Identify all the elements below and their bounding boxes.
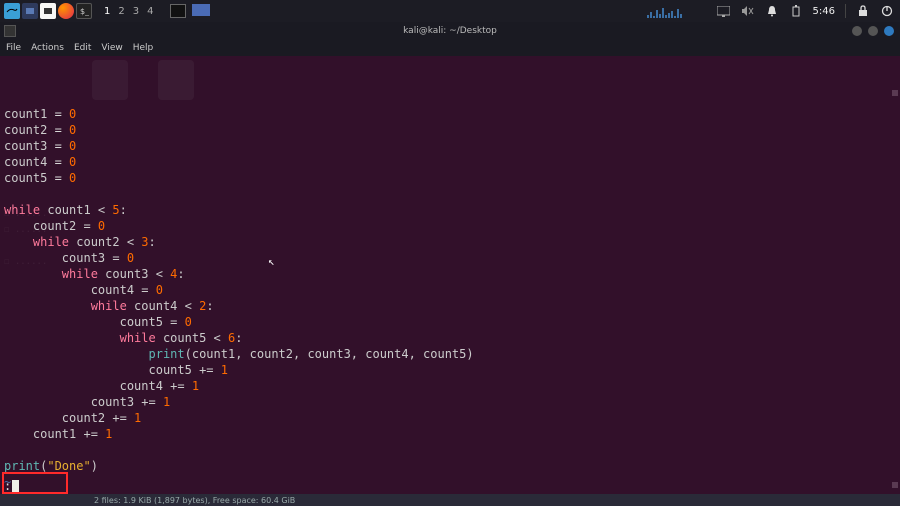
minimize-button[interactable] (852, 26, 862, 36)
menu-actions[interactable]: Actions (31, 43, 64, 53)
running-apps (170, 4, 210, 18)
taskbar-right: 5:46 (647, 4, 894, 18)
cpu-graph-icon[interactable] (647, 4, 707, 18)
file-manager-icon[interactable] (22, 3, 38, 19)
code-line: count3 = 0 (4, 251, 134, 265)
code-line: while count1 < 5: (4, 203, 127, 217)
code-line: count1 += 1 (4, 427, 112, 441)
file-manager-status-bar: 2 files: 1.9 KiB (1,897 bytes), Free spa… (0, 494, 900, 506)
terminal-launcher-icon[interactable]: $_ (76, 3, 92, 19)
workspace-switcher: 1 2 3 4 (104, 6, 154, 17)
code-line (4, 443, 11, 457)
workspace-2[interactable]: 2 (118, 6, 124, 17)
maximize-button[interactable] (868, 26, 878, 36)
clock[interactable]: 5:46 (813, 6, 835, 17)
window-app-icon (4, 25, 16, 37)
running-window-icon[interactable] (192, 4, 210, 16)
code-line: count2 += 1 (4, 411, 141, 425)
logout-icon[interactable] (880, 4, 894, 18)
code-line: count4 += 1 (4, 379, 199, 393)
window-title-bar[interactable]: kali@kali: ~/Desktop (0, 22, 900, 40)
notifications-icon[interactable] (765, 4, 779, 18)
system-taskbar: $_ 1 2 3 4 5:46 (0, 0, 900, 22)
code-line: count2 = 0 (4, 219, 105, 233)
vim-command-line[interactable]: : (0, 478, 900, 494)
command-cursor (12, 480, 19, 493)
code-line: count4 = 0 (4, 283, 163, 297)
code-line: while count2 < 3: (4, 235, 156, 249)
code-line: while count4 < 2: (4, 299, 214, 313)
kali-menu-icon[interactable] (4, 3, 20, 19)
workspace-1[interactable]: 1 (104, 6, 110, 17)
menu-view[interactable]: View (101, 43, 122, 53)
taskbar-left: $_ 1 2 3 4 (4, 3, 210, 19)
workspace-4[interactable]: 4 (147, 6, 153, 17)
firefox-icon[interactable] (58, 3, 74, 19)
code-line: count1 = 0 (4, 107, 76, 121)
power-icon[interactable] (789, 4, 803, 18)
code-line: count3 = 0 (4, 139, 76, 153)
svg-text:$_: $_ (80, 7, 89, 16)
close-button[interactable] (884, 26, 894, 36)
menu-file[interactable]: File (6, 43, 21, 53)
desktop-ghost-icons (92, 60, 194, 100)
workspace-3[interactable]: 3 (133, 6, 139, 17)
code-line: print(count1, count2, count3, count4, co… (4, 347, 474, 361)
volume-muted-icon[interactable] (741, 4, 755, 18)
code-line: count5 = 0 (4, 171, 76, 185)
scroll-up-icon[interactable] (892, 90, 898, 96)
mouse-cursor-icon: ↖ (268, 254, 275, 270)
files-icon[interactable] (40, 3, 56, 19)
window-buttons (852, 26, 894, 36)
code-line: count2 = 0 (4, 123, 76, 137)
code-line: count3 += 1 (4, 395, 170, 409)
window-title: kali@kali: ~/Desktop (403, 26, 497, 36)
code-line: count5 += 1 (4, 363, 228, 377)
separator (845, 4, 846, 18)
code-line: count4 = 0 (4, 155, 76, 169)
status-text: 2 files: 1.9 KiB (1,897 bytes), Free spa… (94, 496, 295, 505)
scrollbar[interactable] (892, 58, 898, 488)
code-line (4, 187, 11, 201)
menu-edit[interactable]: Edit (74, 43, 91, 53)
code-line: while count5 < 6: (4, 331, 242, 345)
vim-editor[interactable]: ☐ ......☐ ......☐ ...... count1 = 0 coun… (0, 56, 900, 494)
running-terminal-icon[interactable] (170, 4, 186, 18)
code-line: while count3 < 4: (4, 267, 185, 281)
command-colon: : (4, 478, 11, 494)
menu-help[interactable]: Help (133, 43, 154, 53)
code-line: count5 = 0 (4, 315, 192, 329)
code-line: print("Done") (4, 459, 98, 473)
display-icon[interactable] (717, 4, 731, 18)
menu-bar: File Actions Edit View Help (0, 40, 900, 56)
lock-icon[interactable] (856, 4, 870, 18)
